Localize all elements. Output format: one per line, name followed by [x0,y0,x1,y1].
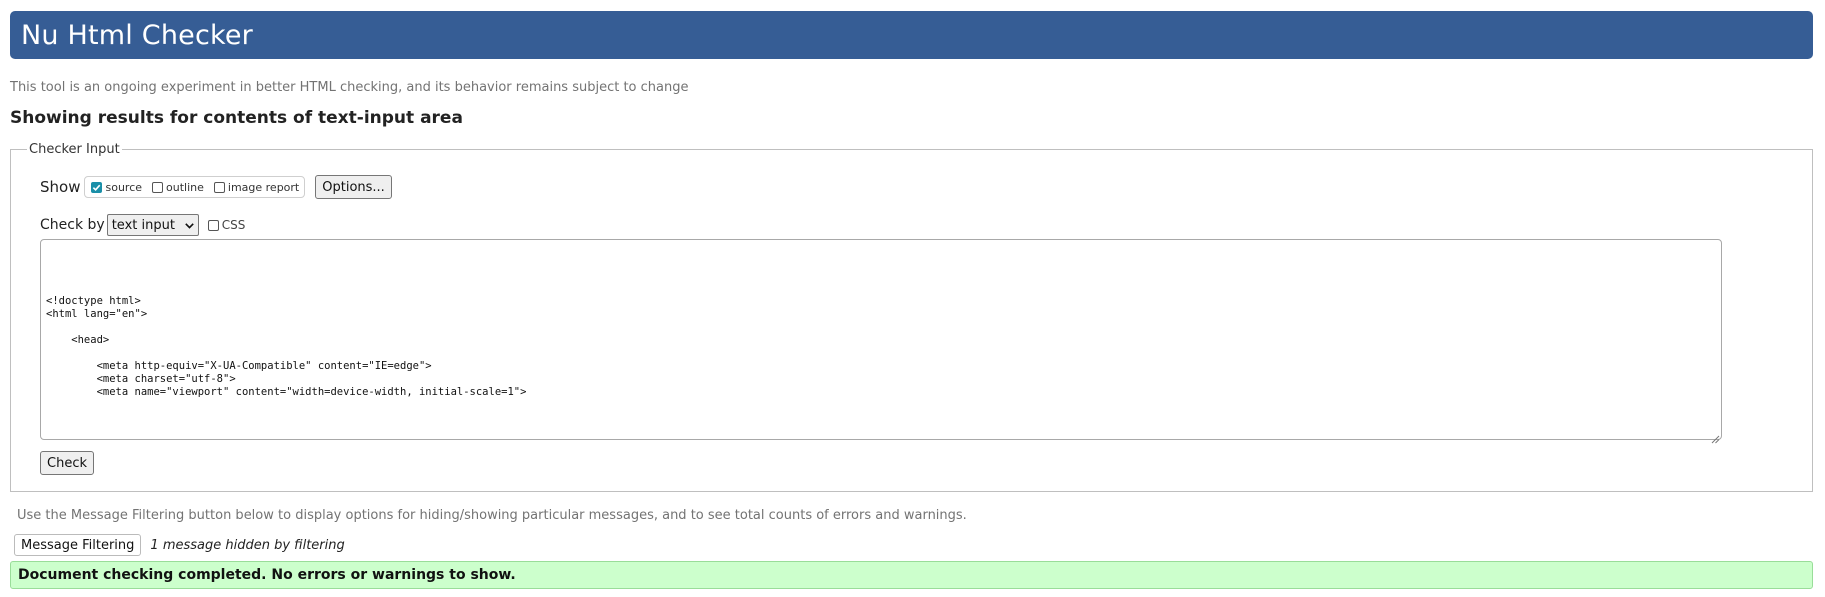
check-by-select[interactable]: text input [106,214,199,236]
check-by-label: Check by [40,217,105,233]
page-title: Nu Html Checker [21,19,253,51]
source-textarea[interactable]: <!doctype html> <html lang="en"> <head> … [40,239,1722,440]
check-by-selected-value: text input [111,217,175,233]
show-checkbox-group: source outline image report [84,176,306,198]
image-report-checkbox[interactable] [213,181,225,193]
show-image-report-option[interactable]: image report [213,180,300,194]
message-filtering-button[interactable]: Message Filtering [14,534,142,556]
source-checkbox-label: source [105,180,143,194]
show-options-row: Show source outline image report Options… [40,174,392,200]
hidden-messages-note: 1 message hidden by filtering [150,537,345,553]
page-header: Nu Html Checker [10,11,1813,59]
checker-input-legend: Checker Input [27,142,122,157]
filter-row: Message Filtering 1 message hidden by fi… [14,534,345,556]
outline-checkbox-label: outline [166,180,204,194]
show-source-option[interactable]: source [91,181,142,194]
check-button[interactable]: Check [40,451,94,475]
show-outline-option[interactable]: outline [152,181,204,194]
outline-checkbox[interactable] [152,181,164,193]
show-label: Show [40,178,81,196]
source-checkbox[interactable] [91,181,103,193]
filter-note: Use the Message Filtering button below t… [17,508,967,523]
chevron-down-icon [184,218,194,233]
options-button[interactable]: Options... [315,175,392,199]
results-heading: Showing results for contents of text-inp… [10,108,463,128]
resize-handle-icon[interactable] [1710,429,1720,444]
image-report-checkbox-label: image report [227,180,300,194]
css-checkbox[interactable] [207,219,219,231]
status-success-message: Document checking completed. No errors o… [10,561,1813,589]
check-by-row: Check by text input CSS [40,214,245,236]
css-checkbox-label: CSS [221,218,246,232]
css-option[interactable]: CSS [207,218,246,232]
tagline: This tool is an ongoing experiment in be… [10,80,689,95]
